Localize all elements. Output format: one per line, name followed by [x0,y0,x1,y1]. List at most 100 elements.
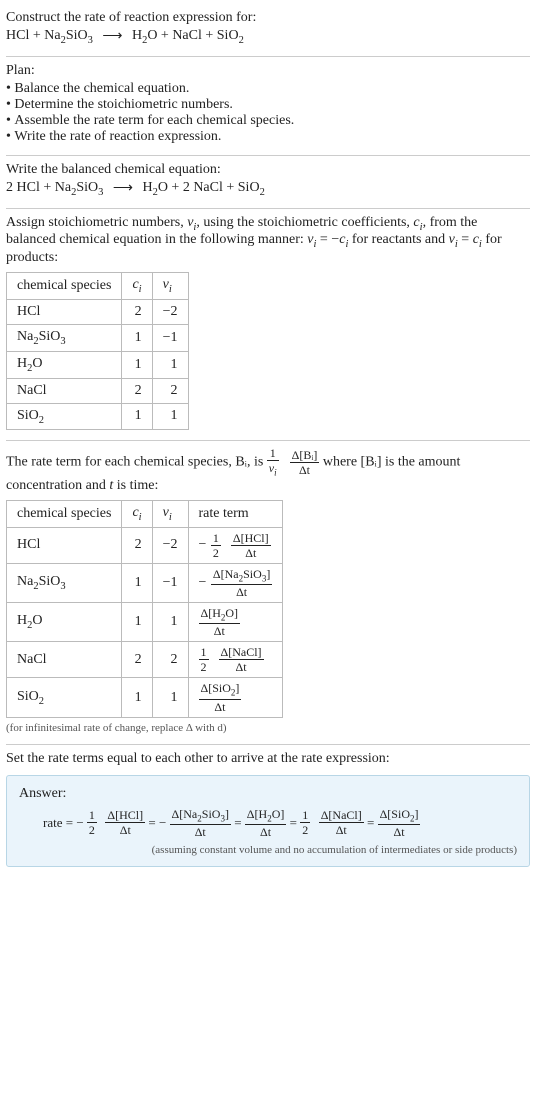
products: H2O + NaCl + SiO2 [132,28,244,43]
frac-num: Δ[SiO2] [199,682,242,698]
plan-item: Write the rate of reaction expression. [6,129,530,145]
cell-species: NaCl [7,642,122,678]
answer-note: (assuming constant volume and no accumul… [19,844,517,856]
frac-num: Δ[NaCl] [219,646,264,659]
frac-num: 1 [267,447,279,460]
reaction-arrow-icon: ⟶ [102,28,122,45]
delta-fraction: Δ[NaCl]Δt [319,809,364,836]
cell-ci: 1 [122,403,152,430]
rate-term-table: chemical species ci νi rate term HCl 2 −… [6,500,283,718]
cell-vi: 1 [152,351,188,378]
table-row: HCl 2 −2 [7,299,189,324]
col-species: chemical species [7,500,122,527]
rate-term-block: The rate term for each chemical species,… [6,441,530,743]
cell-species: Na2SiO3 [7,324,122,351]
unbalanced-equation: HCl + Na2SiO3 ⟶ H2O + NaCl + SiO2 [6,28,530,46]
answer-label: Answer: [19,786,517,802]
intro-block: Construct the rate of reaction expressio… [6,4,530,56]
table-header-row: chemical species ci νi [7,273,189,300]
table-row: H2O 1 1 [7,351,189,378]
frac-den: Δt [199,699,242,713]
cell-species: SiO2 [7,403,122,430]
cell-species: HCl [7,527,122,563]
frac-den: Δt [211,584,272,598]
frac-num: Δ[Bᵢ] [290,449,320,462]
plan-list: Balance the chemical equation. Determine… [6,81,530,145]
cell-vi: 1 [152,678,188,717]
stoich-block: Assign stoichiometric numbers, νi, using… [6,209,530,441]
table-row: SiO2 1 1 Δ[SiO2]Δt [7,678,283,717]
cell-vi: 2 [152,642,188,678]
frac-num: Δ[Na2SiO3] [170,808,231,824]
cell-species: H2O [7,351,122,378]
delta-fraction: Δ[SiO2]Δt [378,808,421,838]
equals: = [367,815,378,830]
cell-vi: 2 [152,378,188,403]
frac-den: Δt [231,545,271,559]
col-ci: ci [122,273,152,300]
frac-den: Δt [319,822,364,836]
cell-rate: − 12 Δ[HCl]Δt [188,527,283,563]
frac-num: Δ[H2O] [199,607,241,623]
cell-species: HCl [7,299,122,324]
cell-ci: 2 [122,642,152,678]
frac-num: 1 [87,809,97,822]
rate-expression: rate = − 12 Δ[HCl]Δt = − Δ[Na2SiO3]Δt = … [19,808,517,838]
frac-den: 2 [211,545,221,559]
cell-ci: 1 [122,678,152,717]
delta-fraction: Δ[HCl]Δt [231,532,271,559]
reactants: HCl + Na2SiO3 [6,28,93,43]
cell-rate: 12 Δ[NaCl]Δt [188,642,283,678]
table-header-row: chemical species ci νi rate term [7,500,283,527]
cell-ci: 1 [122,563,152,602]
balanced-products: H2O + 2 NaCl + SiO2 [142,180,264,195]
frac-den: Δt [290,462,320,476]
frac-den: 2 [300,822,310,836]
frac-num: Δ[H2O] [245,808,287,824]
infinitesimal-note: (for infinitesimal rate of change, repla… [6,722,530,734]
delta-fraction: Δ[Na2SiO3]Δt [170,808,231,838]
cell-species: Na2SiO3 [7,563,122,602]
balanced-reactants: 2 HCl + Na2SiO3 [6,180,103,195]
cell-species: H2O [7,602,122,641]
table-row: SiO2 1 1 [7,403,189,430]
frac-num: Δ[Na2SiO3] [211,568,272,584]
half-fraction: 12 [300,809,310,836]
equals: = − [148,815,166,830]
cell-ci: 2 [122,299,152,324]
cell-ci: 2 [122,527,152,563]
plan-item: Determine the stoichiometric numbers. [6,97,530,113]
cell-species: NaCl [7,378,122,403]
cell-vi: 1 [152,602,188,641]
col-rate: rate term [188,500,283,527]
delta-fraction: Δ[H2O]Δt [199,607,241,637]
cell-ci: 1 [122,602,152,641]
frac-num: 1 [300,809,310,822]
balanced-equation: 2 HCl + Na2SiO3 ⟶ H2O + 2 NaCl + SiO2 [6,180,530,198]
delta-fraction: Δ[SiO2]Δt [199,682,242,712]
equals: = [234,815,245,830]
half-fraction: 12 [199,646,209,673]
frac-num: Δ[SiO2] [378,808,421,824]
table-row: Na2SiO3 1 −1 [7,324,189,351]
stoich-table: chemical species ci νi HCl 2 −2 Na2SiO3 … [6,272,189,430]
intro-line: Construct the rate of reaction expressio… [6,10,530,26]
frac-num: 1 [211,532,221,545]
frac-den: νi [267,460,279,477]
rate-intro-text: is time: [113,478,158,493]
frac-den: Δt [245,824,287,838]
cell-rate: Δ[H2O]Δt [188,602,283,641]
rate-intro-text: The rate term for each chemical species,… [6,455,267,470]
final-intro: Set the rate terms equal to each other t… [6,751,530,767]
plan-item: Balance the chemical equation. [6,81,530,97]
final-block: Set the rate terms equal to each other t… [6,745,530,877]
frac-num: Δ[HCl] [105,809,145,822]
frac-den: Δt [170,824,231,838]
balanced-heading: Write the balanced chemical equation: [6,162,530,178]
frac-num: Δ[NaCl] [319,809,364,822]
table-row: Na2SiO3 1 −1 − Δ[Na2SiO3]Δt [7,563,283,602]
delta-fraction: Δ[Na2SiO3]Δt [211,568,272,598]
frac-den: Δt [378,824,421,838]
cell-vi: 1 [152,403,188,430]
cell-species: SiO2 [7,678,122,717]
